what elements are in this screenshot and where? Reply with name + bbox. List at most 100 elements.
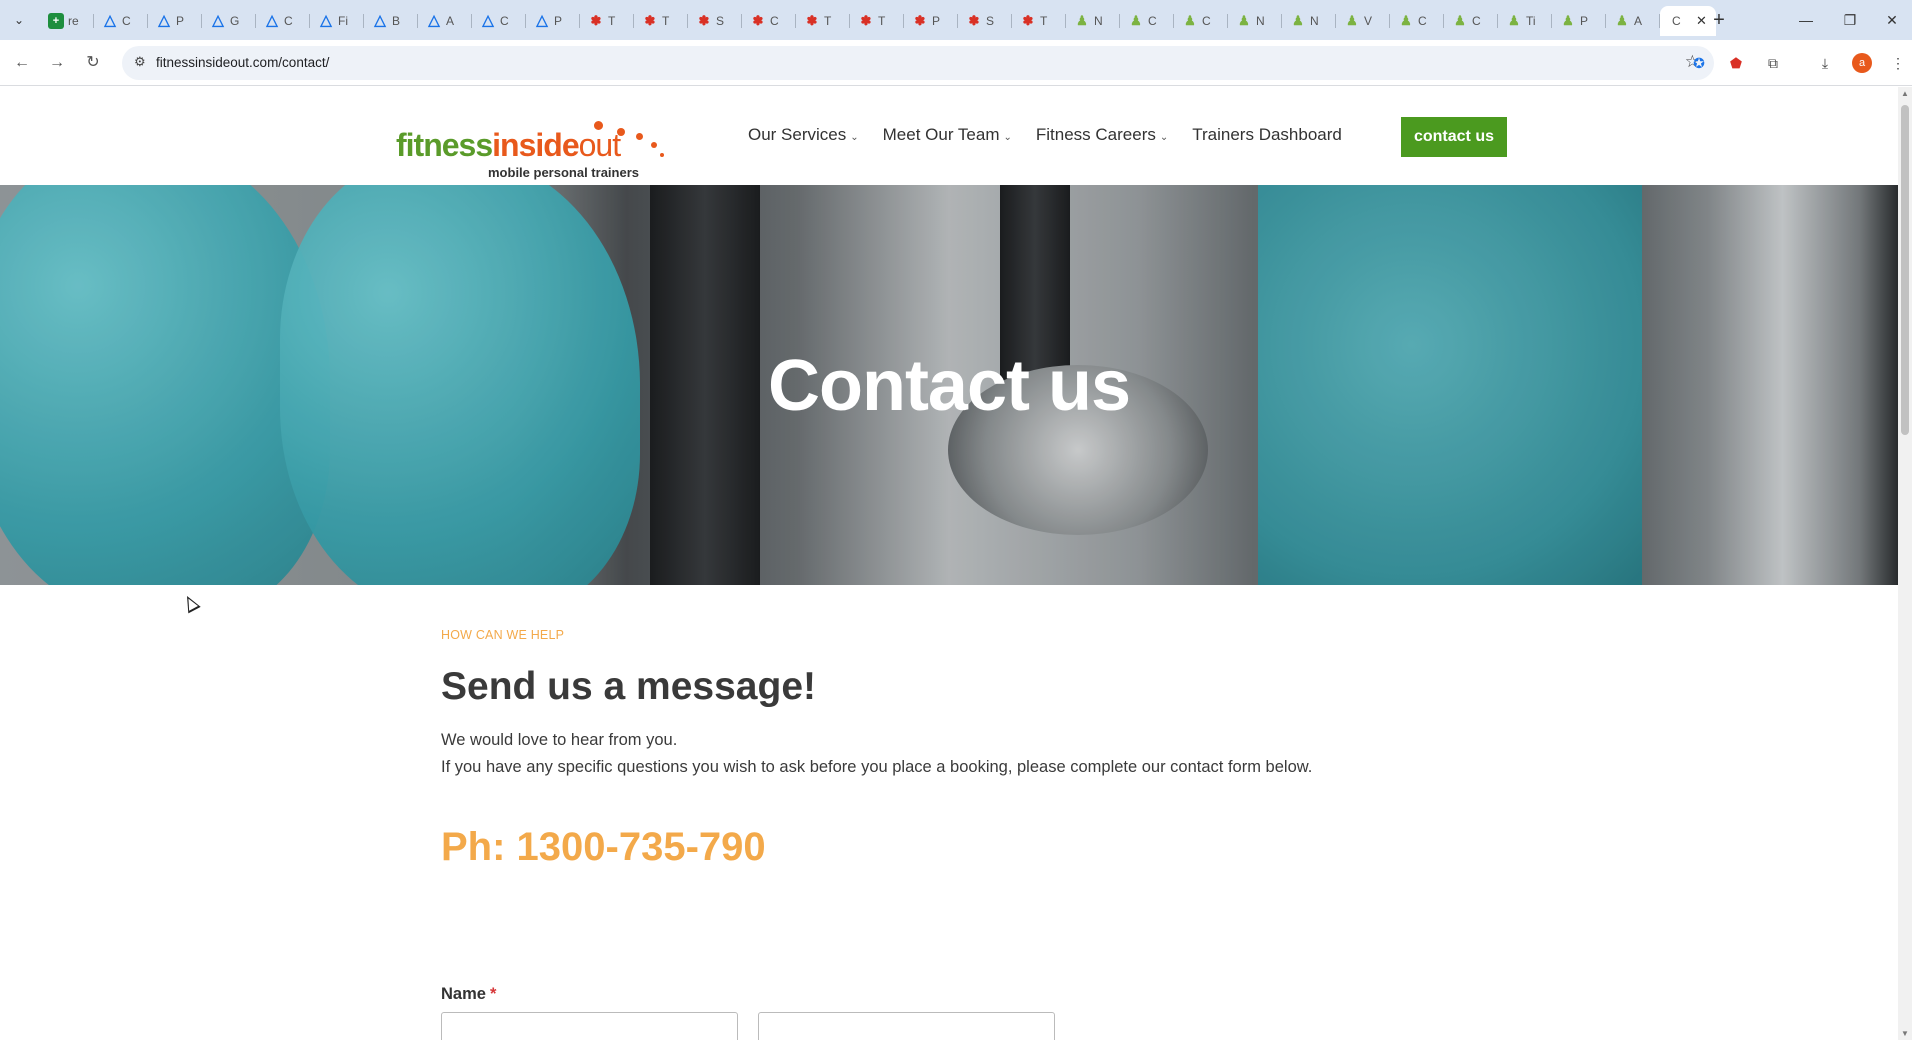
tab-strip: + re △ C △ P △ G △ C △ Fi △ B △ A △ C △ P ✽ T ✽ T ✽ S ✽ C ✽ T ✽ T ✽ P ✽ S ✽ T… bbox=[40, 6, 1716, 36]
browser-tab[interactable]: △ G bbox=[202, 6, 256, 36]
tab-title: C bbox=[284, 14, 293, 28]
tri-icon: △ bbox=[158, 12, 170, 29]
browser-tab[interactable]: ♟ Ti bbox=[1498, 6, 1552, 36]
address-bar[interactable]: ⚙ fitnessinsideout.com/contact/ ☆ bbox=[122, 46, 1714, 80]
red-logo-icon: ✽ bbox=[860, 13, 872, 28]
tab-title: T bbox=[1040, 14, 1048, 28]
browser-tab[interactable]: ✽ T bbox=[580, 6, 634, 36]
scrollbar-thumb[interactable] bbox=[1901, 105, 1909, 435]
phone-number[interactable]: Ph: 1300-735-790 bbox=[441, 825, 766, 870]
figure-icon: ♟ bbox=[1562, 13, 1574, 28]
tab-title: P bbox=[932, 14, 941, 28]
nav-item-meet-our-team[interactable]: Meet Our Team ⌄ bbox=[883, 125, 1012, 145]
browser-tab[interactable]: ✽ T bbox=[796, 6, 850, 36]
intro-text: We would love to hear from you. If you h… bbox=[441, 727, 1312, 781]
extension-shield-icon[interactable]: ✪ bbox=[1688, 52, 1710, 74]
browser-tab[interactable]: ✽ C bbox=[742, 6, 796, 36]
browser-tab[interactable]: ♟ C bbox=[1174, 6, 1228, 36]
site-info-icon[interactable]: ⚙ bbox=[134, 54, 146, 70]
tab-title: N bbox=[1256, 14, 1265, 28]
browser-tab[interactable]: △ C bbox=[256, 6, 310, 36]
browser-tab[interactable]: ♟ V bbox=[1336, 6, 1390, 36]
url-text[interactable]: fitnessinsideout.com/contact/ bbox=[156, 55, 329, 70]
page-scrollbar[interactable]: ▲ ▼ bbox=[1898, 87, 1912, 1040]
hero-banner: Contact us bbox=[0, 185, 1898, 585]
tab-title: T bbox=[878, 14, 886, 28]
nav-item-fitness-careers[interactable]: Fitness Careers ⌄ bbox=[1036, 125, 1168, 145]
browser-tab[interactable]: ♟ N bbox=[1282, 6, 1336, 36]
minimize-icon[interactable]: — bbox=[1786, 8, 1826, 32]
red-logo-icon: ✽ bbox=[968, 13, 980, 28]
browser-tab[interactable]: △ B bbox=[364, 6, 418, 36]
figure-icon: ♟ bbox=[1184, 13, 1196, 28]
back-icon[interactable]: ← bbox=[9, 50, 35, 76]
site-logo[interactable]: fitnessinsideout mobile personal trainer… bbox=[396, 101, 678, 180]
tab-title: A bbox=[1634, 14, 1643, 28]
browser-menu-icon[interactable]: ⋮ bbox=[1887, 52, 1909, 74]
browser-tab[interactable]: ✽ T bbox=[1012, 6, 1066, 36]
tab-title: C bbox=[1672, 14, 1681, 28]
browser-tab[interactable]: ✽ S bbox=[688, 6, 742, 36]
tab-title: S bbox=[716, 14, 725, 28]
tab-title: C bbox=[500, 14, 509, 28]
close-window-icon[interactable]: ✕ bbox=[1872, 8, 1912, 32]
browser-tab[interactable]: ✽ S bbox=[958, 6, 1012, 36]
chevron-down-icon: ⌄ bbox=[1003, 132, 1012, 143]
browser-tab[interactable]: △ P bbox=[148, 6, 202, 36]
restore-icon[interactable]: ❐ bbox=[1830, 8, 1870, 32]
tab-title: N bbox=[1310, 14, 1319, 28]
browser-tab[interactable]: ♟ C bbox=[1120, 6, 1174, 36]
red-logo-icon: ✽ bbox=[1022, 13, 1034, 28]
nav-item-our-services[interactable]: Our Services ⌄ bbox=[748, 125, 859, 145]
browser-tab[interactable]: + re bbox=[40, 6, 94, 36]
browser-tab[interactable]: ✽ T bbox=[634, 6, 688, 36]
contact-us-button[interactable]: contact us bbox=[1401, 117, 1507, 157]
nav-item-trainers-dashboard[interactable]: Trainers Dashboard bbox=[1192, 125, 1342, 145]
tri-icon: △ bbox=[536, 12, 548, 29]
scroll-down-icon[interactable]: ▼ bbox=[1900, 1029, 1910, 1038]
browser-tab[interactable]: ♟ N bbox=[1066, 6, 1120, 36]
tab-title: C bbox=[1202, 14, 1211, 28]
section-eyebrow: HOW CAN WE HELP bbox=[441, 628, 565, 642]
logo-wordmark: fitnessinsideout bbox=[396, 127, 621, 163]
browser-toolbar: ← → ↻ ⚙ fitnessinsideout.com/contact/ ☆ … bbox=[0, 40, 1912, 86]
nav-item-label: Trainers Dashboard bbox=[1192, 125, 1342, 144]
nav-item-label: Meet Our Team bbox=[882, 125, 1000, 144]
browser-tab[interactable]: △ C bbox=[94, 6, 148, 36]
browser-tab[interactable]: ♟ N bbox=[1228, 6, 1282, 36]
tri-icon: △ bbox=[266, 12, 278, 29]
browser-tab[interactable]: ✽ T bbox=[850, 6, 904, 36]
forward-icon[interactable]: → bbox=[44, 50, 70, 76]
browser-tab[interactable]: △ P bbox=[526, 6, 580, 36]
tab-title: Ti bbox=[1526, 14, 1536, 28]
tri-icon: △ bbox=[374, 12, 386, 29]
last-name-input[interactable] bbox=[758, 1012, 1055, 1040]
tab-title: P bbox=[554, 14, 563, 28]
browser-tab[interactable]: ✽ P bbox=[904, 6, 958, 36]
profile-avatar[interactable]: a bbox=[1852, 53, 1872, 73]
browser-tab[interactable]: △ C bbox=[472, 6, 526, 36]
figure-icon: ♟ bbox=[1400, 13, 1412, 28]
extensions-puzzle-icon[interactable]: ⧉ bbox=[1762, 52, 1784, 74]
extension-adblock-icon[interactable]: ⬟ bbox=[1725, 52, 1747, 74]
browser-tab[interactable]: ♟ C bbox=[1444, 6, 1498, 36]
tab-search-chevron-icon[interactable]: ⌄ bbox=[8, 10, 30, 30]
browser-tab[interactable]: △ A bbox=[418, 6, 472, 36]
reload-icon[interactable]: ↻ bbox=[80, 50, 106, 76]
tab-title: C bbox=[1418, 14, 1427, 28]
nav-item-label: Our Services bbox=[748, 125, 847, 144]
browser-tab[interactable]: ♟ P bbox=[1552, 6, 1606, 36]
intro-line: We would love to hear from you. bbox=[441, 731, 678, 749]
nav-item-label: Fitness Careers bbox=[1035, 125, 1156, 144]
browser-tab[interactable]: ♟ A bbox=[1606, 6, 1660, 36]
download-icon[interactable]: ⤓ bbox=[1814, 52, 1836, 74]
first-name-input[interactable] bbox=[441, 1012, 738, 1040]
scroll-up-icon[interactable]: ▲ bbox=[1900, 89, 1910, 98]
figure-icon: ♟ bbox=[1238, 13, 1250, 28]
main-navigation: Our Services ⌄ Meet Our Team ⌄ Fitness Caree… bbox=[748, 125, 1366, 145]
browser-tab[interactable]: △ Fi bbox=[310, 6, 364, 36]
tab-title: P bbox=[1580, 14, 1589, 28]
new-tab-button[interactable]: + bbox=[1706, 8, 1732, 34]
tab-title: T bbox=[824, 14, 832, 28]
browser-tab[interactable]: ♟ C bbox=[1390, 6, 1444, 36]
